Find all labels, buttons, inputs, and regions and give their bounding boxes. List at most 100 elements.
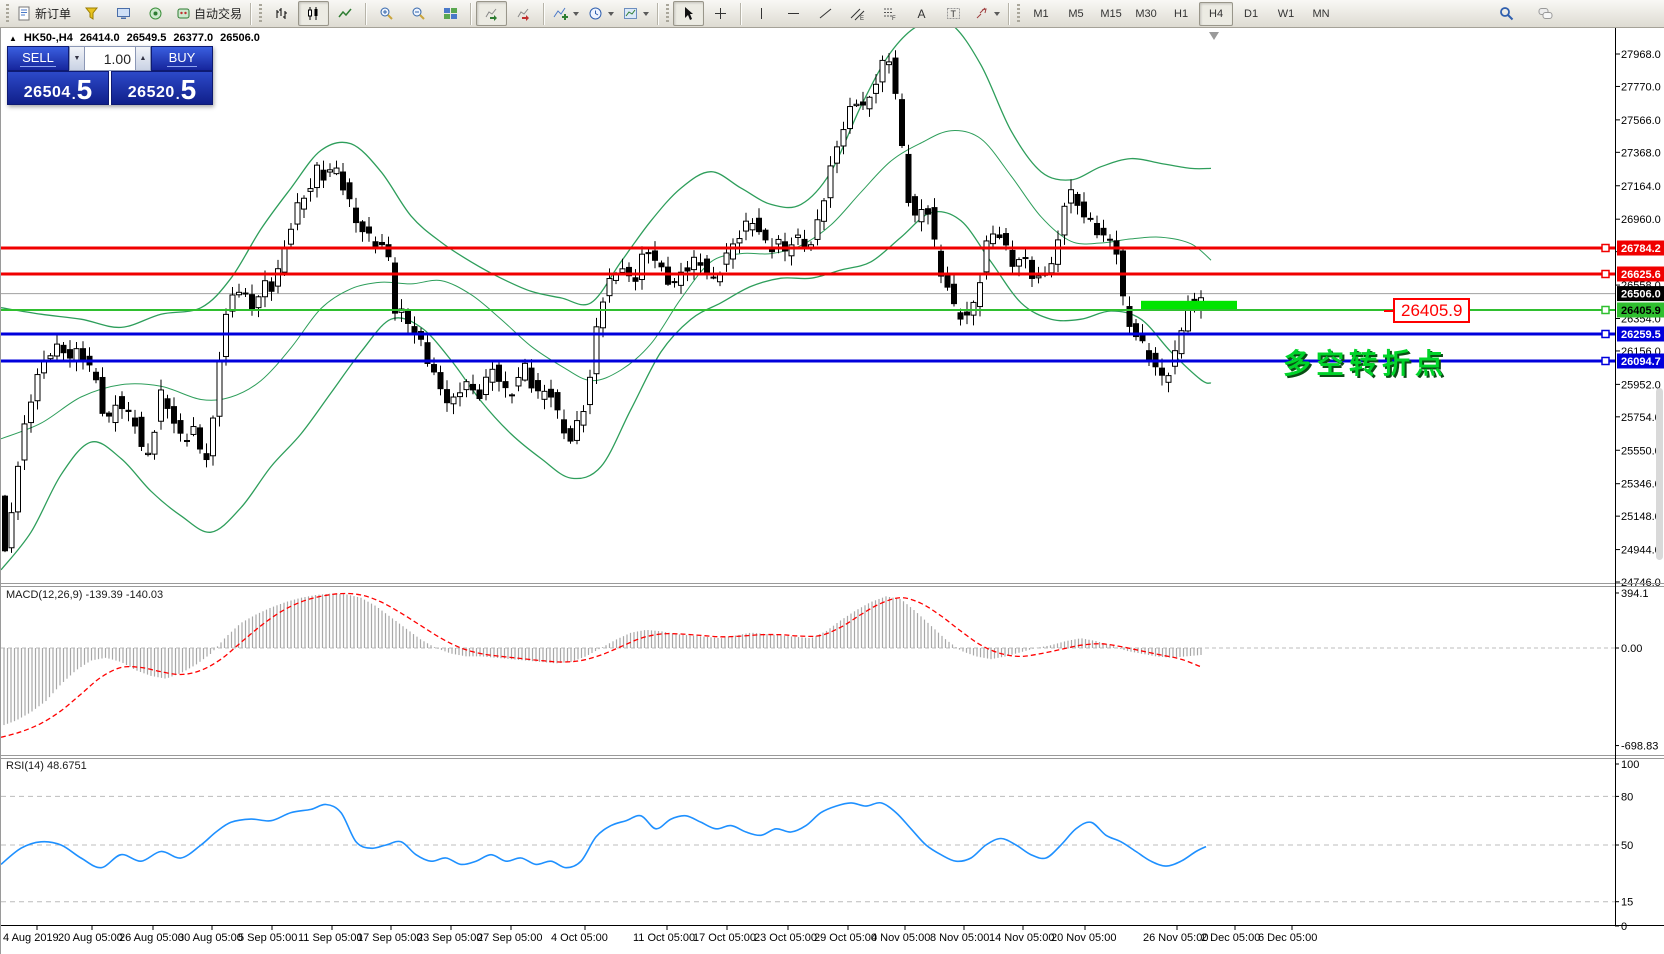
chart-canvas[interactable]: 27968.027770.027566.027368.027164.026960… bbox=[1, 28, 1664, 954]
arrows-tool-button[interactable] bbox=[970, 1, 1004, 26]
price-callout-box[interactable]: 26405.9 bbox=[1393, 298, 1470, 323]
buy-price-button[interactable]: 26520.5 bbox=[111, 71, 213, 105]
funnel-icon bbox=[84, 6, 99, 21]
periods-button[interactable] bbox=[584, 1, 618, 26]
svg-text:26506.0: 26506.0 bbox=[1621, 289, 1661, 301]
svg-text:8 Nov 05:00: 8 Nov 05:00 bbox=[930, 932, 989, 944]
signal-button[interactable] bbox=[140, 1, 171, 26]
ohlc-open: 26414.0 bbox=[80, 32, 120, 44]
toolbar-grip bbox=[666, 4, 669, 24]
search-button[interactable] bbox=[1491, 1, 1522, 26]
zoom-in-button[interactable] bbox=[371, 1, 402, 26]
templates-button[interactable] bbox=[619, 1, 653, 26]
timeframe-d1-button[interactable]: D1 bbox=[1234, 2, 1268, 26]
template-icon bbox=[623, 6, 638, 21]
timeframe-h4-button[interactable]: H4 bbox=[1199, 2, 1233, 26]
toolbar-separator bbox=[740, 3, 742, 25]
volume-input[interactable]: 1.00 bbox=[85, 46, 135, 71]
candlestick-chart-button[interactable] bbox=[298, 1, 329, 26]
toolbar-separator bbox=[470, 3, 472, 25]
toolbar-grip bbox=[6, 4, 9, 24]
sell-button[interactable]: SELL bbox=[7, 46, 69, 71]
timeframe-m30-button[interactable]: M30 bbox=[1129, 2, 1163, 26]
main-toolbar: 新订单 自动交易 bbox=[0, 0, 1664, 28]
new-order-button[interactable]: 新订单 bbox=[13, 1, 75, 26]
indicators-button[interactable] bbox=[549, 1, 583, 26]
text-tool-button[interactable]: A bbox=[906, 1, 937, 26]
buy-price-main: 26520 bbox=[128, 84, 175, 102]
svg-text:24944.0: 24944.0 bbox=[1621, 545, 1661, 557]
svg-text:27968.0: 27968.0 bbox=[1621, 49, 1661, 61]
horizontal-line-tool-button[interactable] bbox=[778, 1, 809, 26]
buy-button[interactable]: BUY bbox=[151, 46, 213, 71]
fibonacci-icon: F bbox=[882, 6, 897, 21]
svg-text:17 Sep 05:00: 17 Sep 05:00 bbox=[357, 932, 422, 944]
dropdown-caret bbox=[573, 12, 579, 16]
text-label-icon: T bbox=[946, 6, 961, 21]
svg-text:E: E bbox=[860, 16, 864, 21]
autotrading-button[interactable]: 自动交易 bbox=[172, 1, 246, 26]
timeframe-w1-button[interactable]: W1 bbox=[1269, 2, 1303, 26]
vertical-line-tool-button[interactable] bbox=[746, 1, 777, 26]
svg-text:4 Aug 2019: 4 Aug 2019 bbox=[3, 932, 59, 944]
text-icon: A bbox=[914, 6, 929, 21]
svg-text:26960.0: 26960.0 bbox=[1621, 214, 1661, 226]
vertical-scrollbar[interactable] bbox=[1656, 388, 1663, 560]
chart-window[interactable]: 27968.027770.027566.027368.027164.026960… bbox=[0, 28, 1664, 954]
new-order-label: 新订单 bbox=[35, 5, 71, 22]
timeframe-m1-button[interactable]: M1 bbox=[1024, 2, 1058, 26]
channel-tool-button[interactable]: E bbox=[842, 1, 873, 26]
toolbar-grip bbox=[259, 4, 262, 24]
autoscroll-button[interactable] bbox=[476, 1, 507, 26]
sell-price-button[interactable]: 26504.5 bbox=[7, 71, 109, 105]
chart-shift-button[interactable] bbox=[508, 1, 539, 26]
search-icon bbox=[1499, 6, 1514, 21]
toolbar-grip bbox=[1017, 4, 1020, 24]
svg-text:26259.5: 26259.5 bbox=[1621, 329, 1661, 341]
svg-text:394.1: 394.1 bbox=[1621, 588, 1649, 600]
trendline-tool-button[interactable] bbox=[810, 1, 841, 26]
turning-point-annotation[interactable]: 多空转折点 bbox=[1283, 342, 1448, 382]
funnel-button[interactable] bbox=[76, 1, 107, 26]
svg-text:27566.0: 27566.0 bbox=[1621, 115, 1661, 127]
sell-price-dot: . bbox=[72, 86, 76, 102]
line-chart-button[interactable] bbox=[330, 1, 361, 26]
volume-increase-button[interactable]: ▲ bbox=[135, 46, 151, 71]
vertical-line-icon bbox=[754, 6, 769, 21]
crosshair-icon bbox=[713, 6, 728, 21]
svg-text:F: F bbox=[892, 16, 896, 21]
svg-text:T: T bbox=[951, 9, 957, 19]
toolbar-separator bbox=[543, 3, 545, 25]
timeframe-mn-button[interactable]: MN bbox=[1304, 2, 1338, 26]
svg-text:25754.0: 25754.0 bbox=[1621, 412, 1661, 424]
buy-price-dot: . bbox=[176, 86, 180, 102]
time-axis[interactable]: 4 Aug 201920 Aug 05:0026 Aug 05:0030 Aug… bbox=[3, 925, 1317, 944]
sell-price-pip: 5 bbox=[77, 78, 93, 102]
timeframe-m15-button[interactable]: M15 bbox=[1094, 2, 1128, 26]
autotrading-robot-icon bbox=[176, 6, 191, 21]
market-watch-button[interactable] bbox=[108, 1, 139, 26]
fibonacci-tool-button[interactable]: F bbox=[874, 1, 905, 26]
buy-price-pip: 5 bbox=[181, 78, 197, 102]
ohlc-close: 26506.0 bbox=[220, 32, 260, 44]
line-chart-icon bbox=[338, 6, 353, 21]
toolbar-separator bbox=[657, 3, 659, 25]
text-label-tool-button[interactable]: T bbox=[938, 1, 969, 26]
timeframe-h1-button[interactable]: H1 bbox=[1164, 2, 1198, 26]
svg-text:50: 50 bbox=[1621, 840, 1633, 852]
cursor-tool-button[interactable] bbox=[673, 1, 704, 26]
volume-decrease-button[interactable]: ▼ bbox=[69, 46, 85, 71]
svg-text:0.00: 0.00 bbox=[1621, 643, 1642, 655]
tile-windows-button[interactable] bbox=[435, 1, 466, 26]
price-pane[interactable] bbox=[1, 28, 1615, 570]
macd-pane[interactable] bbox=[1, 593, 1615, 737]
bar-chart-button[interactable] bbox=[266, 1, 297, 26]
timeframe-m5-button[interactable]: M5 bbox=[1059, 2, 1093, 26]
rsi-pane[interactable] bbox=[1, 796, 1615, 901]
zoom-out-button[interactable] bbox=[403, 1, 434, 26]
svg-text:4 Nov 05:00: 4 Nov 05:00 bbox=[871, 932, 930, 944]
crosshair-tool-button[interactable] bbox=[705, 1, 736, 26]
callout-anchor-dash bbox=[1384, 310, 1393, 312]
svg-text:26 Aug 05:00: 26 Aug 05:00 bbox=[119, 932, 184, 944]
chat-button[interactable] bbox=[1530, 1, 1561, 26]
